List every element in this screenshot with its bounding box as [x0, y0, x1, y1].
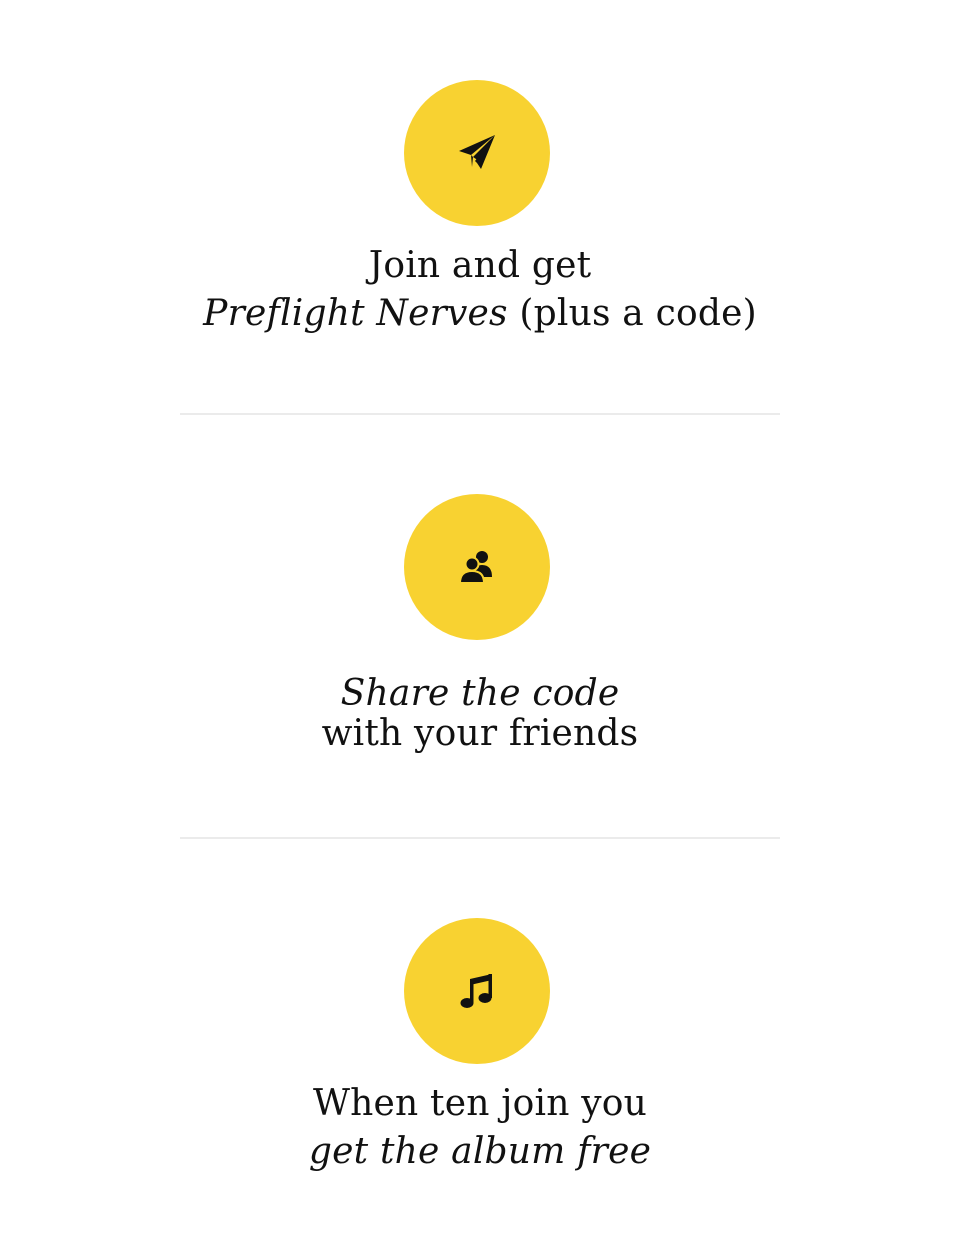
- users-icon: [458, 551, 492, 584]
- step-3-icon-circle: [404, 918, 550, 1064]
- step-2-caption: Share the code with your friends: [0, 674, 960, 754]
- step-2-line-2: with your friends: [321, 713, 639, 754]
- share-code-italic: Share the code: [340, 673, 620, 714]
- step-1-line-2: Preflight Nerves (plus a code): [0, 290, 960, 338]
- divider-1: [180, 413, 780, 415]
- paper-plane-icon: [459, 135, 495, 169]
- step-1-line-1: Join and get: [368, 245, 592, 286]
- step-2-line-1: Share the code: [0, 674, 960, 714]
- step-3-line-2: get the album free: [0, 1128, 960, 1176]
- step-3-caption: When ten join you get the album free: [0, 1080, 960, 1176]
- album-title: Preflight Nerves: [203, 293, 508, 334]
- step-3-line-1: When ten join you: [312, 1083, 648, 1124]
- step-1-icon-circle: [404, 80, 550, 226]
- step-1-caption: Join and get Preflight Nerves (plus a co…: [0, 242, 960, 338]
- free-album-italic: get the album free: [308, 1131, 652, 1172]
- music-note-icon: [460, 974, 492, 1008]
- step-2-icon-circle: [404, 494, 550, 640]
- divider-2: [180, 837, 780, 839]
- step-1-line-2-rest: (plus a code): [507, 293, 757, 334]
